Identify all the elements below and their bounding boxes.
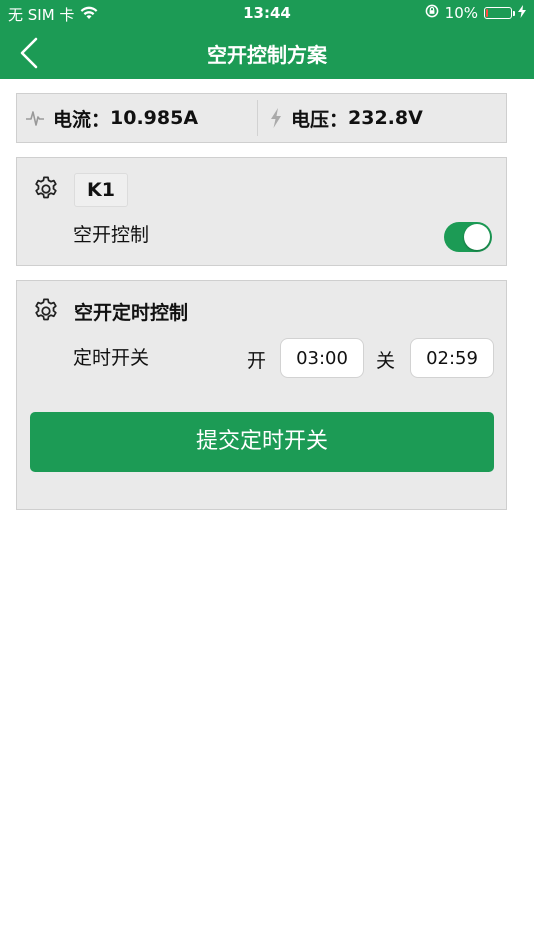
off-time-input[interactable]: 02:59 bbox=[410, 338, 494, 378]
switch-name-badge: K1 bbox=[74, 173, 128, 207]
off-time-label: 关 bbox=[376, 350, 396, 372]
orientation-lock-icon bbox=[425, 4, 439, 22]
charging-icon bbox=[518, 4, 526, 22]
current-label: 电流： bbox=[53, 108, 111, 131]
lightning-icon bbox=[269, 107, 283, 129]
on-time-label: 开 bbox=[247, 350, 267, 372]
gear-icon bbox=[35, 298, 57, 321]
status-right: 10% bbox=[425, 4, 526, 22]
meter-card: 电流： 10.985A 电压： 232.8V bbox=[16, 93, 507, 143]
current-reading: 电流： 10.985A bbox=[25, 94, 198, 142]
switch-control-toggle[interactable] bbox=[444, 222, 492, 252]
voltage-label: 电压： bbox=[291, 108, 349, 131]
battery-icon bbox=[484, 7, 515, 19]
switch-control-label: 空开控制 bbox=[73, 224, 150, 246]
page-title: 空开控制方案 bbox=[207, 43, 327, 67]
status-bar: 无 SIM 卡 13:44 10% bbox=[0, 0, 534, 26]
toggle-knob bbox=[464, 224, 490, 250]
gear-icon bbox=[35, 176, 57, 199]
timer-title: 空开定时控制 bbox=[74, 302, 189, 324]
nav-bar: 空开控制方案 bbox=[0, 26, 534, 79]
submit-timer-button[interactable]: 提交定时开关 bbox=[30, 412, 494, 472]
timer-card: 空开定时控制 定时开关 开 03:00 关 02:59 提交定时开关 bbox=[16, 280, 507, 510]
waveform-icon bbox=[25, 108, 45, 128]
on-time-input[interactable]: 03:00 bbox=[280, 338, 364, 378]
divider bbox=[257, 100, 258, 136]
switch-card: K1 空开控制 bbox=[16, 157, 507, 266]
voltage-reading: 电压： 232.8V bbox=[269, 94, 423, 142]
battery-percent: 10% bbox=[444, 4, 478, 22]
timer-row-label: 定时开关 bbox=[73, 347, 150, 369]
voltage-value: 232.8V bbox=[348, 107, 423, 129]
battery-level bbox=[486, 9, 488, 17]
current-value: 10.985A bbox=[110, 107, 199, 129]
